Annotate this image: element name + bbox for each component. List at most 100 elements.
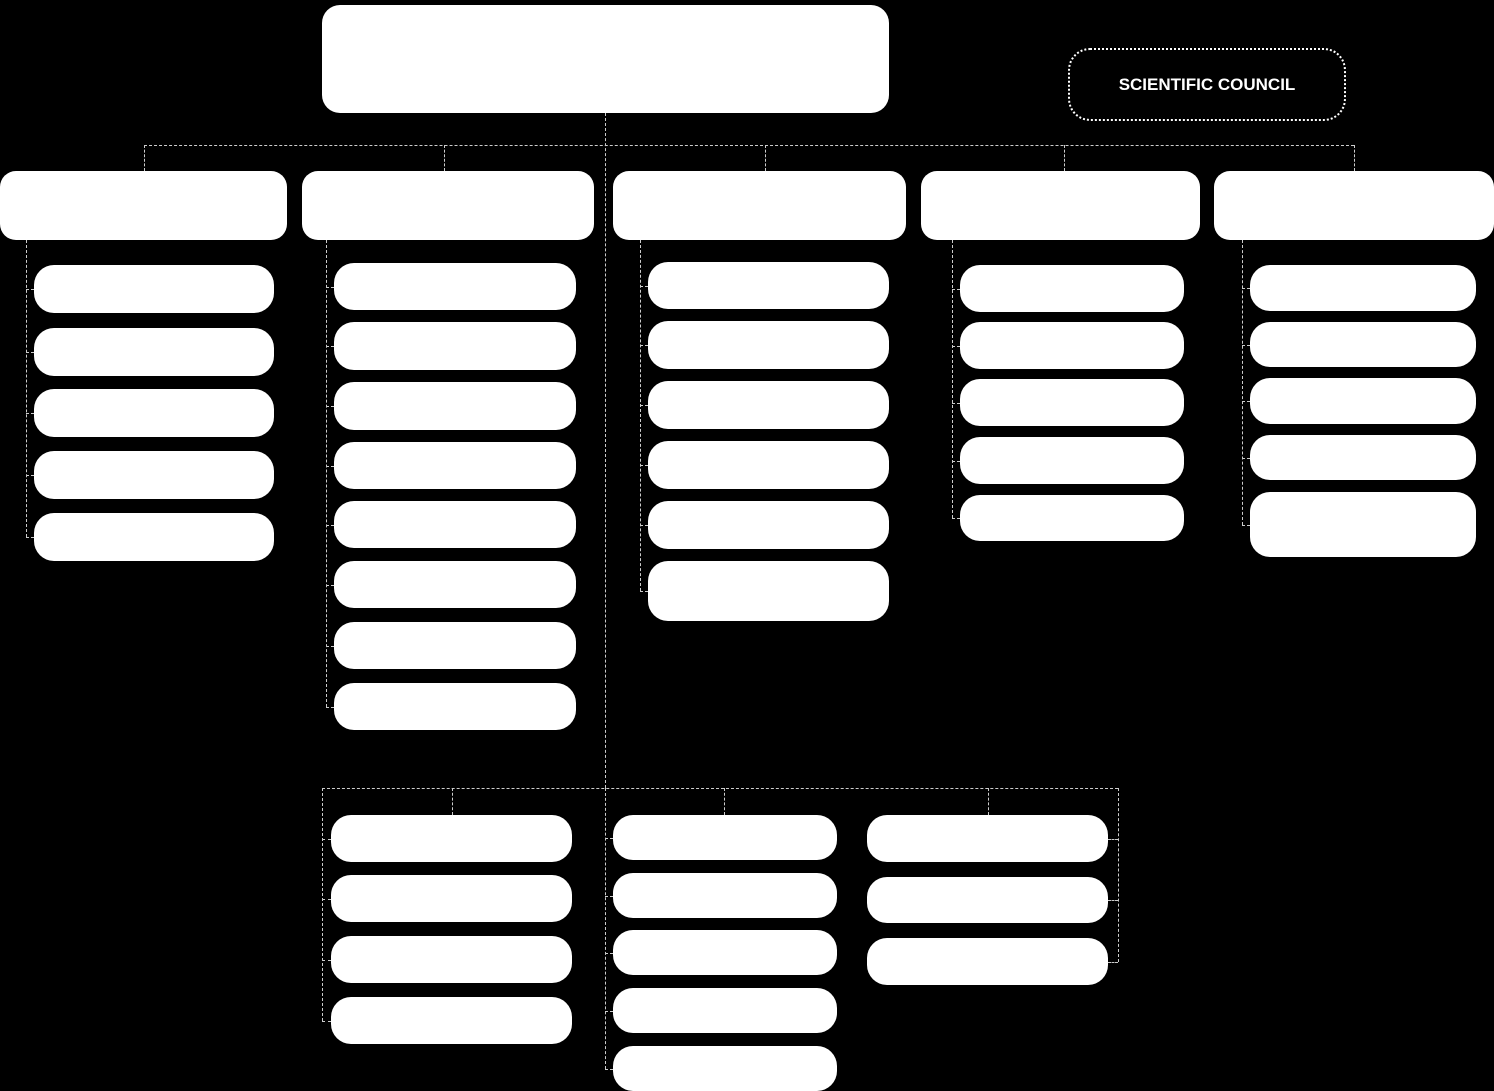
connector-line	[1242, 344, 1250, 346]
unit-box	[334, 622, 576, 669]
connector-line	[952, 460, 960, 462]
connector-line	[605, 895, 613, 897]
unit-box	[34, 328, 274, 376]
connector-line	[322, 838, 331, 840]
unit-box	[331, 936, 572, 983]
connector-line	[1242, 288, 1250, 289]
connector-line	[640, 405, 648, 406]
scientific-council-box: SCIENTIFIC COUNCIL	[1068, 48, 1346, 121]
unit-box	[960, 265, 1184, 312]
unit-box	[613, 873, 837, 918]
connector-line	[326, 645, 334, 647]
connector-line	[326, 524, 334, 526]
unit-box	[334, 683, 576, 730]
unit-box	[613, 930, 837, 975]
connector-line	[26, 537, 34, 538]
department-box	[302, 171, 594, 240]
unit-box	[613, 815, 837, 860]
connector-line	[322, 959, 331, 961]
unit-box	[648, 501, 889, 549]
connector-line	[640, 465, 648, 466]
connector-line	[1242, 457, 1250, 459]
connector-line	[640, 345, 648, 346]
connector-line	[326, 406, 334, 407]
unit-box	[960, 379, 1184, 426]
unit-box	[1250, 322, 1476, 367]
connector-line	[605, 952, 613, 954]
unit-box	[334, 322, 576, 370]
unit-box	[648, 441, 889, 489]
connector-line	[952, 518, 960, 519]
connector-line	[640, 525, 648, 526]
unit-box	[334, 442, 576, 489]
connector-line	[605, 113, 606, 788]
unit-box	[1250, 265, 1476, 311]
unit-box	[334, 561, 576, 608]
unit-box	[613, 1046, 837, 1091]
connector-line	[640, 591, 648, 592]
connector-line	[326, 286, 334, 288]
unit-box	[648, 561, 889, 621]
unit-box	[648, 321, 889, 369]
unit-box	[334, 501, 576, 548]
connector-line	[1108, 961, 1118, 963]
connector-line	[144, 145, 1354, 146]
scientific-council-label: SCIENTIFIC COUNCIL	[1118, 74, 1296, 94]
connector-line	[1242, 240, 1243, 525]
unit-box	[331, 815, 572, 862]
connector-line	[1242, 524, 1250, 526]
connector-line	[1118, 788, 1119, 962]
connector-line	[1242, 401, 1250, 402]
connector-line	[952, 345, 960, 347]
connector-line	[144, 145, 145, 171]
connector-line	[26, 352, 34, 353]
root-box	[322, 5, 889, 113]
connector-line	[1108, 838, 1118, 840]
unit-box	[334, 382, 576, 430]
connector-line	[765, 145, 766, 171]
connector-line	[322, 898, 331, 900]
connector-line	[952, 288, 960, 290]
connector-line	[326, 706, 334, 708]
org-chart: SCIENTIFIC COUNCIL	[0, 0, 1494, 1091]
unit-box	[867, 877, 1108, 923]
connector-line	[640, 285, 648, 287]
connector-line	[326, 584, 334, 586]
unit-box	[648, 262, 889, 309]
connector-line	[26, 413, 34, 414]
unit-box	[1250, 492, 1476, 557]
connector-line	[26, 240, 27, 537]
unit-box	[34, 451, 274, 499]
unit-box	[331, 875, 572, 922]
connector-line	[605, 837, 613, 839]
department-box	[921, 171, 1200, 240]
connector-line	[322, 1020, 331, 1022]
connector-line	[605, 788, 606, 1069]
unit-box	[867, 938, 1108, 985]
connector-line	[1064, 145, 1065, 171]
department-box	[613, 171, 906, 240]
connector-line	[444, 145, 445, 171]
department-box	[0, 171, 287, 240]
connector-line	[952, 402, 960, 404]
connector-line	[26, 289, 34, 290]
connector-line	[605, 1068, 613, 1070]
connector-line	[1354, 145, 1355, 171]
unit-box	[331, 997, 572, 1044]
connector-line	[952, 240, 953, 518]
unit-box	[34, 265, 274, 313]
unit-box	[960, 495, 1184, 541]
connector-line	[322, 788, 323, 1021]
connector-line	[640, 240, 641, 591]
unit-box	[34, 513, 274, 561]
connector-line	[724, 788, 725, 815]
unit-box	[960, 322, 1184, 369]
connector-line	[605, 1010, 613, 1012]
unit-box	[334, 263, 576, 310]
connector-line	[1108, 900, 1118, 901]
connector-line	[326, 465, 334, 467]
connector-line	[452, 788, 453, 815]
connector-line	[988, 788, 989, 815]
connector-line	[326, 346, 334, 347]
unit-box	[867, 815, 1108, 862]
